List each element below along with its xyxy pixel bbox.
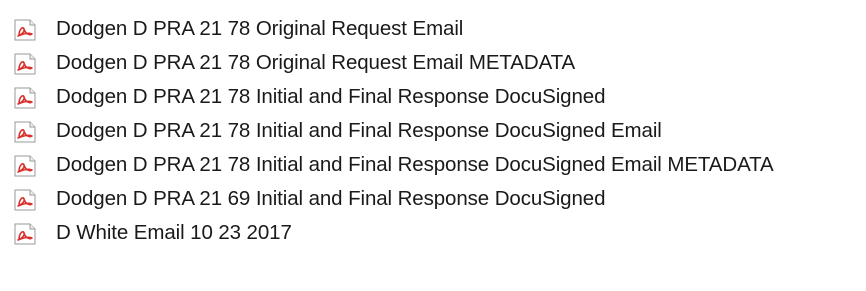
file-name: Dodgen D PRA 21 78 Original Request Emai… (56, 51, 576, 74)
pdf-file-icon (14, 53, 36, 75)
file-name: Dodgen D PRA 21 78 Original Request Emai… (56, 17, 464, 40)
pdf-file-icon (14, 223, 36, 245)
file-list-item[interactable]: Dodgen D PRA 21 69 Initial and Final Res… (0, 181, 866, 215)
file-name: Dodgen D PRA 21 69 Initial and Final Res… (56, 187, 606, 210)
pdf-file-icon (14, 121, 36, 143)
pdf-file-icon (14, 87, 36, 109)
file-name: Dodgen D PRA 21 78 Initial and Final Res… (56, 85, 606, 108)
file-list-item[interactable]: Dodgen D PRA 21 78 Initial and Final Res… (0, 79, 866, 113)
file-name: Dodgen D PRA 21 78 Initial and Final Res… (56, 119, 662, 142)
pdf-file-icon (14, 189, 36, 211)
file-list-item[interactable]: Dodgen D PRA 21 78 Original Request Emai… (0, 11, 866, 45)
pdf-file-icon (14, 19, 36, 41)
file-list-item[interactable]: Dodgen D PRA 21 78 Initial and Final Res… (0, 147, 866, 181)
file-list-item[interactable]: Dodgen D PRA 21 78 Initial and Final Res… (0, 113, 866, 147)
file-name: Dodgen D PRA 21 78 Initial and Final Res… (56, 153, 774, 176)
file-list-item[interactable]: Dodgen D PRA 21 78 Original Request Emai… (0, 45, 866, 79)
pdf-file-icon (14, 155, 36, 177)
file-list-item[interactable]: D White Email 10 23 2017 (0, 215, 866, 249)
file-name: D White Email 10 23 2017 (56, 221, 292, 244)
